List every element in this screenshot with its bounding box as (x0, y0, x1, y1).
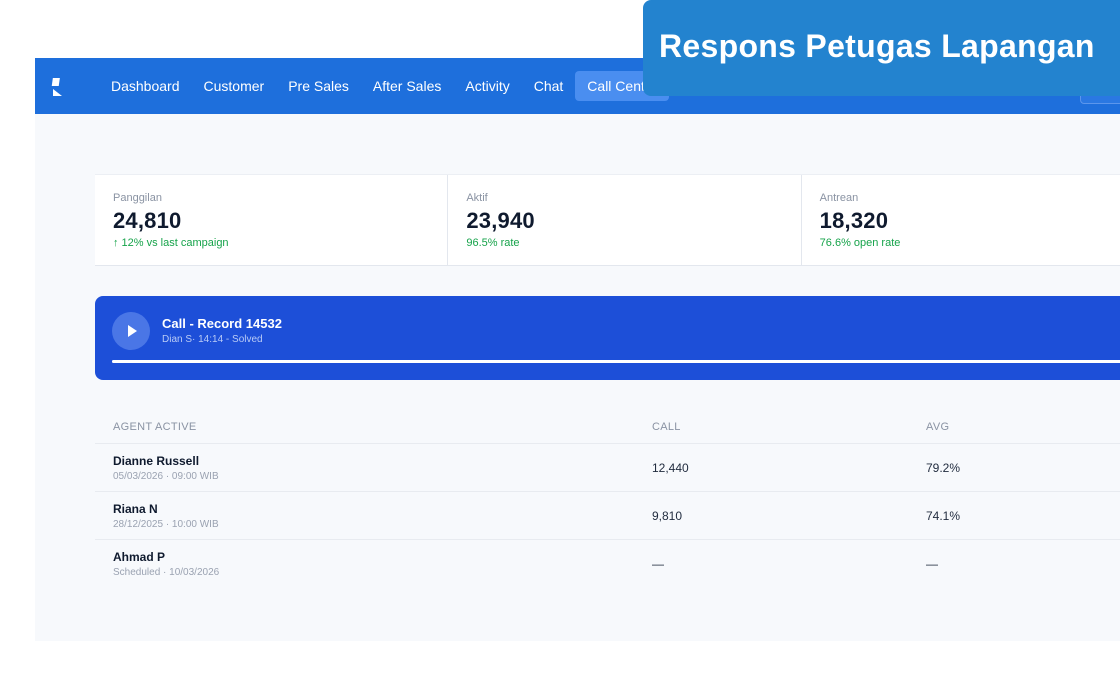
stat-value: 23,940 (466, 208, 535, 233)
agent-cell: Riana N 28/12/2025 · 10:00 WIB (113, 502, 219, 530)
call-count: 12,440 (652, 460, 689, 475)
nav-item-activity[interactable]: Activity (453, 71, 521, 101)
agent-name: Riana N (113, 501, 158, 516)
agent-cell: Ahmad P Scheduled · 10/03/2026 (113, 550, 219, 578)
call-record-player: Call - Record 14532 Dian S· 14:14 - Solv… (95, 296, 1120, 380)
nav-item-chat[interactable]: Chat (522, 71, 576, 101)
call-count: — (652, 557, 664, 571)
stat-label: Aktif (466, 192, 488, 204)
player-title: Call - Record 14532 (162, 316, 282, 331)
player-meta: Dian S· 14:14 - Solved (162, 334, 263, 345)
play-button[interactable] (112, 312, 150, 350)
banner-title: Respons Petugas Lapangan (659, 28, 1095, 64)
agent-table: AGENT ACTIVE CALL AVG Dianne Russell 05/… (95, 410, 1120, 588)
header-avg: AVG (926, 420, 950, 433)
stat-value: 18,320 (819, 208, 889, 233)
agent-name: Ahmad P (113, 550, 166, 564)
nav-item-pre-sales[interactable]: Pre Sales (276, 71, 361, 101)
header-agent-active: AGENT ACTIVE (113, 420, 197, 433)
stat-trend: 96.5% rate (466, 237, 520, 249)
stat-label: Antrean (819, 192, 859, 204)
nav-menu: Dashboard Customer Pre Sales After Sales… (99, 71, 670, 101)
agent-name: Dianne Russell (113, 453, 200, 468)
nav-item-dashboard[interactable]: Dashboard (99, 71, 192, 101)
avg-rate: 74.1% (926, 508, 961, 523)
avg-rate: — (926, 557, 938, 571)
nav-item-after-sales[interactable]: After Sales (361, 71, 453, 101)
agent-cell: Dianne Russell 05/03/2026 · 09:00 WIB (113, 454, 219, 482)
stat-value: 24,810 (113, 208, 182, 233)
stat-card-aktif: Aktif 23,940 96.5% rate (448, 175, 802, 265)
table-header: AGENT ACTIVE CALL AVG (95, 410, 1120, 444)
agent-timestamp: Scheduled · 10/03/2026 (113, 567, 220, 578)
stat-card-panggilan: Panggilan 24,810 ↑ 12% vs last campaign (95, 175, 449, 265)
stat-label: Panggilan (113, 192, 162, 204)
nav-item-customer[interactable]: Customer (192, 71, 277, 101)
stat-trend: ↑ 12% vs last campaign (113, 237, 229, 249)
stat-trend: 76.6% open rate (819, 237, 901, 249)
agent-timestamp: 28/12/2025 · 10:00 WIB (113, 518, 219, 530)
stats-row: Panggilan 24,810 ↑ 12% vs last campaign … (95, 174, 1120, 266)
stat-card-antrean: Antrean 18,320 76.6% open rate (802, 175, 1120, 265)
playback-progress-fill (112, 360, 1120, 363)
agent-timestamp: 05/03/2026 · 09:00 WIB (113, 470, 219, 482)
playback-progress-bar[interactable] (112, 360, 1120, 363)
header-call: CALL (652, 420, 681, 433)
table-row[interactable]: Dianne Russell 05/03/2026 · 09:00 WIB 12… (95, 444, 1120, 492)
table-row[interactable]: Ahmad P Scheduled · 10/03/2026 — — (95, 540, 1120, 588)
title-banner: Respons Petugas Lapangan (643, 0, 1120, 96)
app-window: Dashboard Customer Pre Sales After Sales… (35, 58, 1120, 641)
call-count: 9,810 (652, 508, 683, 523)
play-icon (128, 325, 137, 337)
avg-rate: 79.2% (926, 460, 961, 475)
table-row[interactable]: Riana N 28/12/2025 · 10:00 WIB 9,810 74.… (95, 492, 1120, 540)
logo-icon (51, 78, 62, 96)
